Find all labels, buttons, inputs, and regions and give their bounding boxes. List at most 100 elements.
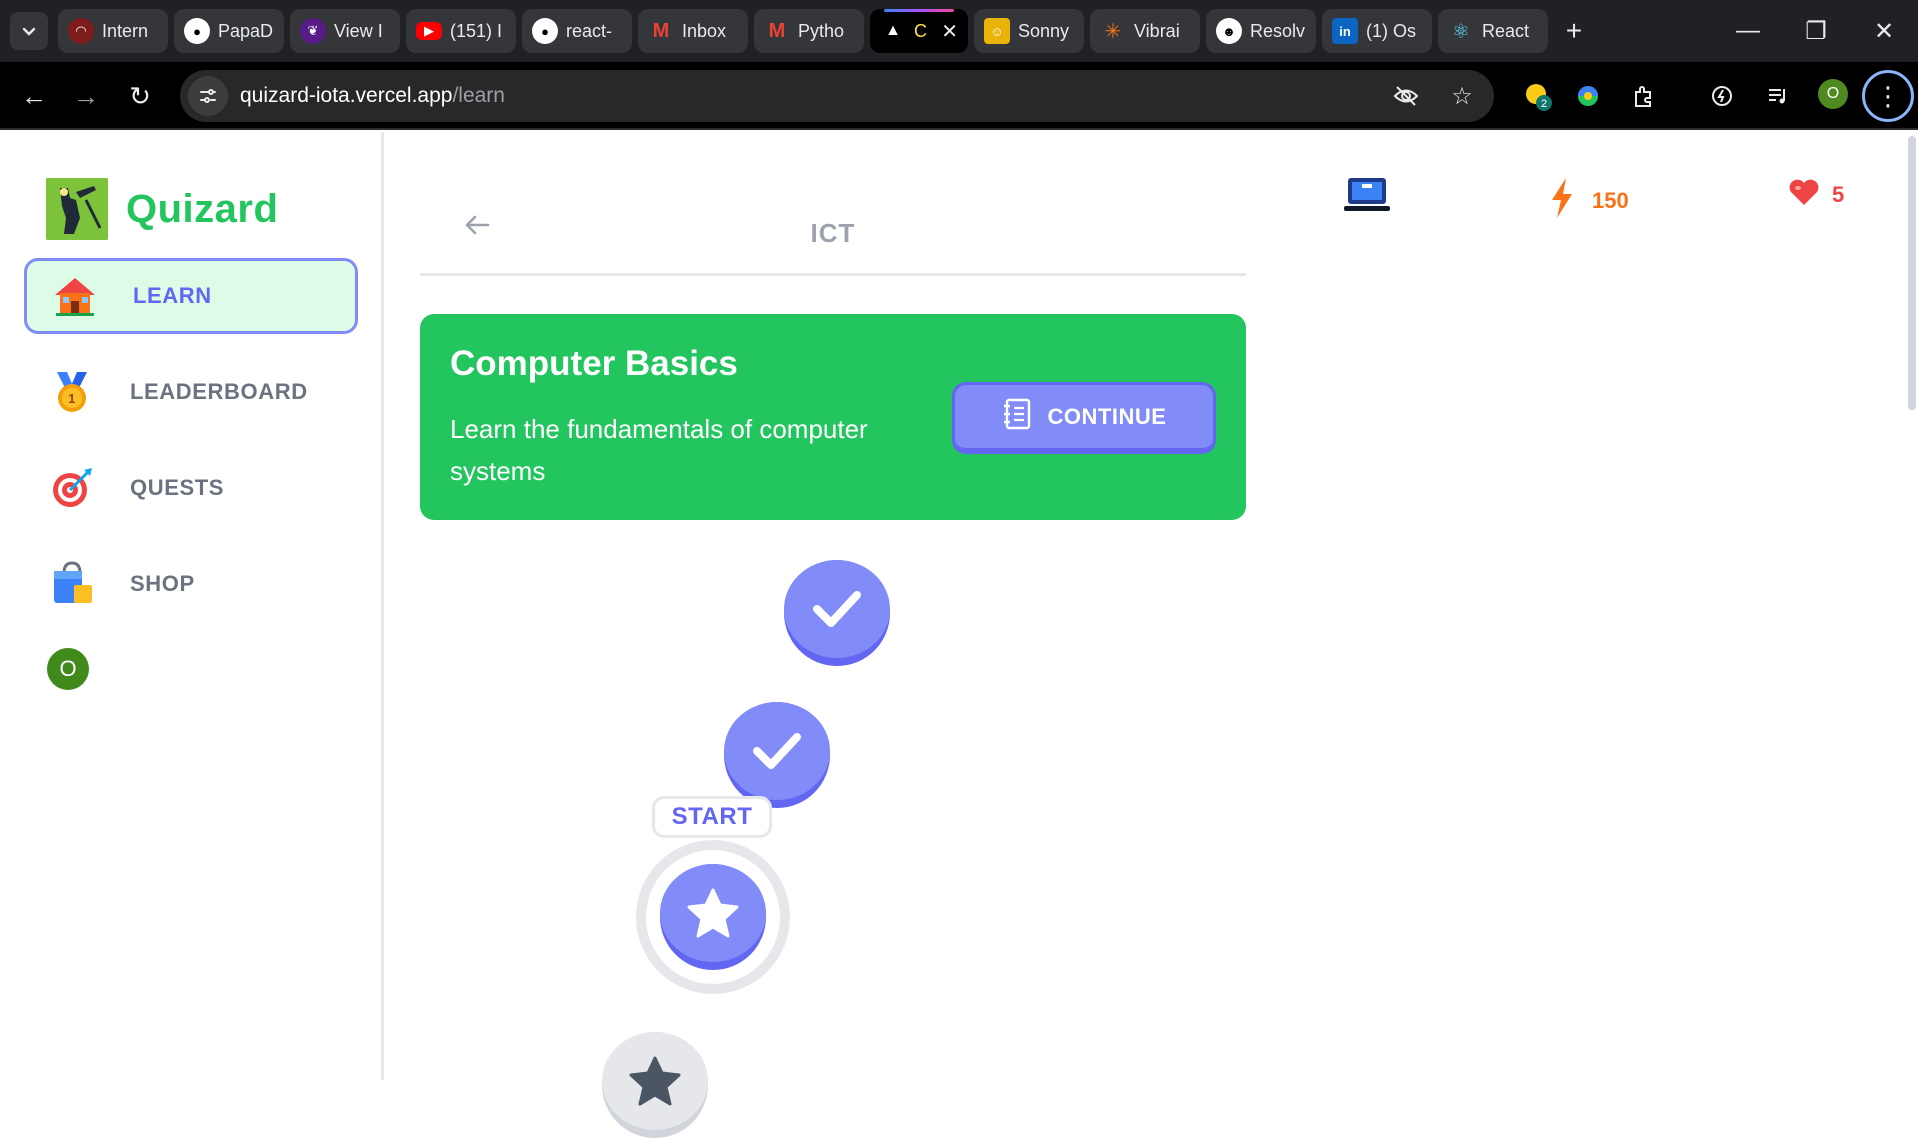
shopping-bag-icon [48,560,96,608]
puzzle-extensions-icon[interactable] [1626,78,1662,114]
browser-tab-bar: ◠ Intern ● PapaD ❦ View I ▶ (151) I ● re… [0,0,1918,62]
gmail-icon: M [768,19,786,42]
target-icon [48,464,96,512]
nav-leaderboard[interactable]: 1 LEADERBOARD [24,354,358,430]
continue-label: CONTINUE [1047,403,1167,429]
tab-label: react- [566,20,613,41]
media-controls-icon[interactable] [1760,78,1796,114]
close-tab-icon[interactable]: ✕ [941,19,958,44]
youtube-icon: ▶ [416,22,442,40]
extension-icon[interactable]: 2 [1520,78,1556,114]
lesson-node-current[interactable] [660,864,766,970]
profile-avatar[interactable]: O [1818,79,1848,109]
user-avatar[interactable]: O [47,648,89,690]
vercel-icon: ▲ [885,22,901,39]
start-label: START [652,796,772,838]
scrollbar-thumb[interactable] [1908,136,1916,410]
browser-tab[interactable]: ⚛ React [1438,9,1548,53]
tab-label: View I [334,20,383,41]
performance-icon[interactable] [1704,78,1740,114]
page: Quizard LEARN 1 LEADERBOARD QUESTS SHOP [0,132,1918,1138]
star-bookmark-icon[interactable]: ☆ [1446,80,1478,112]
browser-tab[interactable]: M Pytho [754,9,864,53]
site-info-icon[interactable] [188,76,228,116]
minimize-icon[interactable]: — [1714,0,1782,62]
browser-tab-active[interactable]: ▲ C ✕ [870,9,968,53]
hearts-value: 5 [1832,182,1845,207]
close-window-icon[interactable]: ✕ [1850,0,1918,62]
window-controls: — ❐ ✕ [1714,0,1918,62]
address-bar[interactable]: quizard-iota.vercel.app/learn ☆ [180,70,1494,122]
tab-search-button[interactable] [10,12,48,50]
browser-tab[interactable]: ◠ Intern [58,9,168,53]
check-icon [813,591,861,627]
forward-icon[interactable]: → [68,78,104,114]
check-icon [753,733,801,769]
streak-value: 150 [1592,188,1629,213]
svg-text:2: 2 [1541,98,1547,110]
omnibox-actions: ☆ [1390,80,1478,112]
leaf-icon: ❦ [300,18,326,44]
nav-shop[interactable]: SHOP [24,546,358,622]
sidebar: Quizard LEARN 1 LEADERBOARD QUESTS SHOP [0,132,384,1080]
unit-title: ICT [810,218,856,248]
laptop-icon [1344,178,1390,218]
svg-text:1: 1 [68,391,76,406]
page-scrollbar[interactable] [1906,132,1916,1080]
sparkle-icon: ✳ [1104,20,1122,43]
tab-label: Vibrai [1134,20,1180,41]
brand[interactable]: Quizard [46,178,278,240]
nav-quests[interactable]: QUESTS [24,450,358,526]
tab-label: Intern [102,20,149,41]
red-logo-icon: ◠ [68,18,94,44]
star-icon [687,888,739,938]
eye-slash-icon[interactable] [1390,80,1422,112]
lesson-node-completed[interactable] [724,702,830,808]
browser-menu-button[interactable]: ⋮ [1862,70,1914,122]
browser-tab[interactable]: ▶ (151) I [406,9,516,53]
browser-tab[interactable]: ● react- [522,9,632,53]
browser-tab[interactable]: in (1) Os [1322,9,1432,53]
notebook-icon [1002,398,1032,436]
unit-banner-description: Learn the fundamentals of computer syste… [450,414,868,486]
reload-icon[interactable]: ↻ [122,78,158,114]
lesson-node-locked[interactable] [602,1032,708,1138]
streak-counter[interactable]: 150 [1550,178,1629,224]
nav-learn-label: LEARN [133,283,212,308]
wizard-logo-icon [46,178,108,240]
star-icon [629,1056,681,1106]
tab-label: Sonny [1018,20,1070,41]
heart-icon [1788,178,1820,212]
github-icon: ● [184,18,210,44]
tab-label: (151) I [450,20,503,41]
unit-banner: Computer Basics Learn the fundamentals o… [420,314,1246,520]
browser-tab[interactable]: ☻ Resolv [1206,9,1316,53]
course-selector[interactable] [1344,176,1390,219]
tab-strip: ◠ Intern ● PapaD ❦ View I ▶ (151) I ● re… [58,9,1594,53]
browser-tab[interactable]: ✳ Vibrai [1090,9,1200,53]
gmail-icon: M [652,19,670,42]
hearts-counter[interactable]: 5 [1788,178,1844,212]
nav-leaderboard-label: LEADERBOARD [130,379,308,404]
continue-button[interactable]: CONTINUE [952,382,1216,454]
url-text: quizard-iota.vercel.app/learn [240,84,505,108]
house-icon [51,272,99,320]
browser-tab[interactable]: ❦ View I [290,9,400,53]
new-tab-button[interactable]: + [1554,11,1594,51]
tab-label: Pytho [798,20,845,41]
browser-tab[interactable]: M Inbox [638,9,748,53]
nav-quests-label: QUESTS [130,475,225,500]
tab-label: (1) Os [1366,20,1417,41]
nav-shop-label: SHOP [130,571,195,596]
avatar-icon: ☺ [984,18,1010,44]
github-icon: ● [532,18,558,44]
lesson-node-completed[interactable] [784,560,890,666]
browser-tab[interactable]: ● PapaD [174,9,284,53]
react-icon: ⚛ [1452,20,1470,43]
browser-tab[interactable]: ☺ Sonny [974,9,1084,53]
restore-icon[interactable]: ❐ [1782,0,1850,62]
back-icon[interactable]: ← [16,78,52,114]
browser-toolbar: ← → ↻ quizard-iota.vercel.app/learn ☆ 2 … [0,62,1918,130]
colorful-extension-icon[interactable] [1570,78,1606,114]
nav-learn[interactable]: LEARN [24,258,358,334]
